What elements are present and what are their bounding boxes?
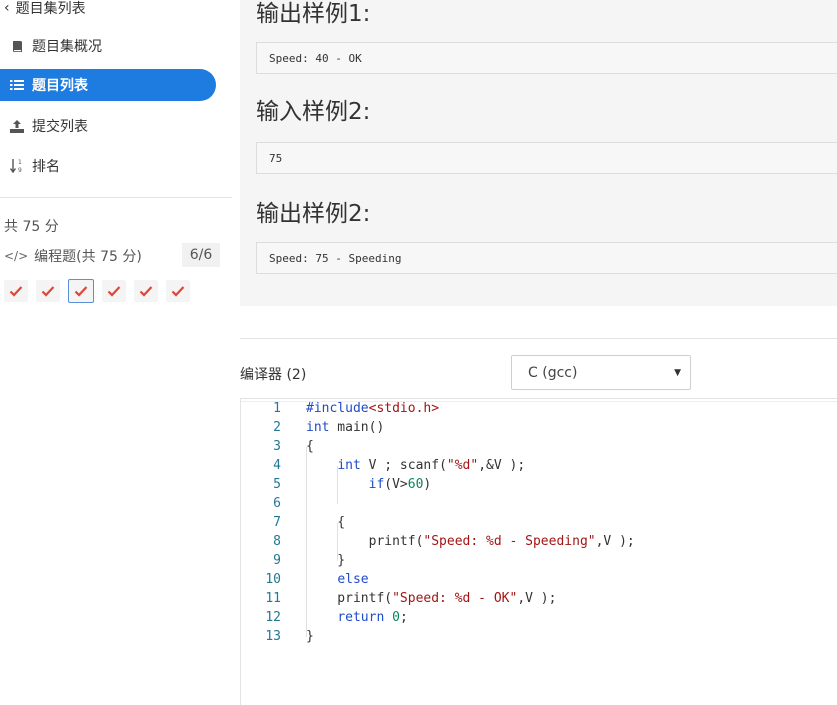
svg-text:9: 9 — [18, 167, 22, 174]
check-icon — [9, 286, 23, 297]
total-score: 共 75 分 — [4, 219, 59, 235]
sidebar-item-overview[interactable]: 题目集概况 — [0, 30, 216, 62]
category-programming[interactable]: </> 编程题(共 75 分) — [4, 246, 142, 266]
line-number: 7 — [273, 515, 281, 530]
input-sample-2: 75 — [256, 142, 837, 174]
code-line[interactable]: 4 int V ; scanf("%d",&V ); — [241, 458, 837, 477]
output-sample-2: Speed: 75 - Speeding — [256, 242, 837, 274]
sidebar-item-submissions[interactable]: 提交列表 — [0, 110, 216, 142]
sidebar-item-ranking[interactable]: 19 排名 — [0, 150, 216, 182]
sidebar: ‹ 题目集列表 题目集概况 题目列表 提交列表 19 排名 共 75 分 </>… — [0, 0, 232, 705]
problem-status-item[interactable] — [166, 280, 190, 302]
problem-status-item[interactable] — [36, 280, 60, 302]
problem-status-item[interactable] — [4, 280, 28, 302]
problem-status-item[interactable] — [102, 280, 126, 302]
code-line[interactable]: 6 — [241, 496, 837, 515]
sidebar-item-label: 提交列表 — [32, 119, 88, 135]
line-code: } — [306, 629, 314, 644]
code-line[interactable]: 8 printf("Speed: %d - Speeding",V ); — [241, 534, 837, 553]
code-line[interactable]: 7 { — [241, 515, 837, 534]
code-line[interactable]: 1 #include<stdio.h> — [241, 401, 837, 420]
line-code: } — [306, 553, 346, 568]
line-number: 11 — [265, 591, 281, 606]
check-icon — [74, 286, 88, 297]
code-line[interactable]: 3{ — [241, 439, 837, 458]
line-code: #include<stdio.h> — [306, 401, 440, 416]
language-select[interactable]: C (gcc) ▼ — [511, 355, 691, 390]
back-link[interactable]: ‹ 题目集列表 — [4, 0, 86, 18]
line-code: if(V>60) — [368, 477, 432, 492]
line-code: printf("Speed: %d - Speeding",V ); — [306, 534, 635, 549]
line-code: printf("Speed: %d - OK",V ); — [306, 591, 557, 606]
sort-icon: 19 — [8, 158, 26, 174]
list-icon — [8, 79, 26, 91]
line-number: 3 — [273, 439, 281, 454]
sidebar-item-problem-list[interactable]: 题目列表 — [0, 69, 216, 101]
sidebar-item-label: 排名 — [32, 159, 60, 175]
sidebar-item-label: 题目集概况 — [32, 39, 102, 55]
line-number: 9 — [273, 553, 281, 568]
language-select-value: C (gcc) — [528, 364, 578, 381]
line-number: 1 — [273, 401, 281, 416]
problem-status-grid — [4, 279, 190, 303]
check-icon — [139, 286, 153, 297]
line-code: int main() — [306, 420, 385, 435]
check-icon — [41, 286, 55, 297]
line-code: { — [306, 439, 314, 454]
code-line[interactable]: 2 int main() — [241, 420, 837, 439]
line-number: 2 — [273, 420, 281, 435]
code-line[interactable]: 9 } — [241, 553, 837, 572]
line-number: 4 — [273, 458, 281, 473]
input-sample-2-title: 输入样例2: — [256, 99, 371, 125]
svg-text:1: 1 — [18, 159, 22, 166]
line-number: 5 — [273, 477, 281, 492]
line-code: else — [337, 572, 369, 587]
problem-description: 输出样例1: Speed: 40 - OK 输入样例2: 75 输出样例2: S… — [240, 0, 837, 306]
compiler-label: 编译器 (2) — [240, 367, 307, 383]
problem-status-item-selected[interactable] — [68, 279, 94, 303]
code-line[interactable]: 13} — [241, 629, 837, 648]
back-link-label: 题目集列表 — [15, 1, 86, 17]
upload-icon — [8, 119, 26, 133]
category-label: 编程题(共 75 分) — [34, 249, 142, 265]
output-sample-1-title: 输出样例1: — [256, 1, 371, 27]
code-line[interactable]: 5 if(V>60) — [241, 477, 837, 496]
book-icon — [8, 40, 26, 53]
output-sample-2-title: 输出样例2: — [256, 201, 371, 227]
line-number: 12 — [265, 610, 281, 625]
caret-down-icon: ▼ — [674, 368, 681, 378]
code-line[interactable]: 10 else — [241, 572, 837, 591]
line-number: 8 — [273, 534, 281, 549]
code-line[interactable]: 11 printf("Speed: %d - OK",V ); — [241, 591, 837, 610]
chevron-left-icon: ‹ — [4, 0, 10, 16]
code-line[interactable]: 12 return 0; — [241, 610, 837, 629]
line-code: int V ; scanf("%d",&V ); — [337, 458, 526, 473]
line-number: 6 — [273, 496, 281, 511]
line-number: 10 — [265, 572, 281, 587]
code-editor[interactable]: 1 #include<stdio.h> 2 int main() 3{4 int V ;… — [240, 398, 837, 705]
output-sample-1: Speed: 40 - OK — [256, 42, 837, 74]
check-icon — [107, 286, 121, 297]
progress-badge: 6/6 — [182, 243, 220, 267]
sidebar-divider — [0, 197, 232, 198]
check-icon — [171, 286, 185, 297]
sidebar-item-label: 题目列表 — [32, 78, 88, 94]
problem-status-item[interactable] — [134, 280, 158, 302]
line-code: { — [306, 515, 346, 530]
section-divider — [240, 338, 837, 339]
code-icon: </> — [4, 249, 29, 263]
line-number: 13 — [265, 629, 281, 644]
line-code: return 0; — [337, 610, 408, 625]
